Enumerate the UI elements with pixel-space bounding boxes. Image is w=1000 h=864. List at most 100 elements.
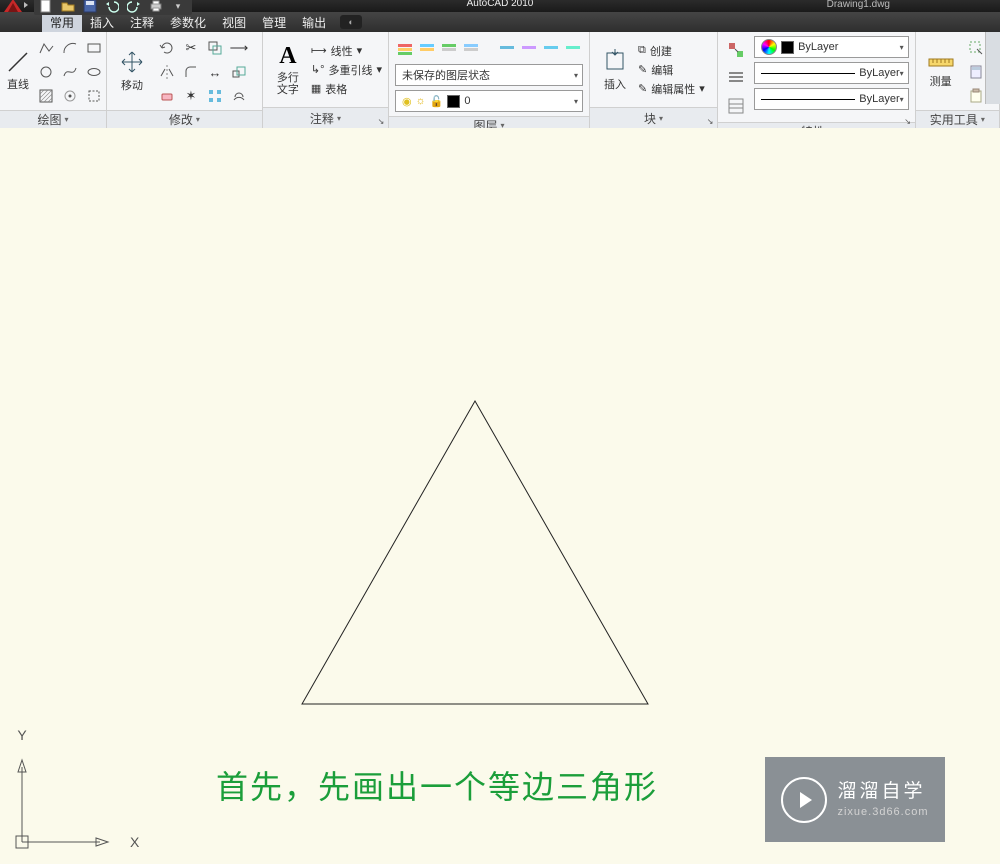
linear-dim-button[interactable]: ⟼线性 ▾ [311, 43, 382, 59]
polyline-icon[interactable] [34, 36, 58, 60]
color-wheel-icon [761, 39, 777, 55]
block-insert-label: 插入 [604, 76, 626, 92]
stretch-icon[interactable]: ↔ [203, 60, 227, 84]
spline-icon[interactable] [58, 60, 82, 84]
ucs-x-label: X [130, 834, 140, 850]
linetype-combo[interactable]: ByLayer▾ [754, 88, 909, 110]
tab-view[interactable]: 视图 [214, 12, 254, 33]
layer-sep [483, 36, 495, 60]
block-insert-button[interactable]: 插入 [596, 48, 634, 92]
layer-freeze-icon[interactable] [461, 36, 481, 60]
panel-title-draw[interactable]: 绘图▾ [0, 110, 106, 128]
block-create-button[interactable]: ⧉创建 [638, 43, 705, 59]
mirror-icon[interactable] [155, 60, 179, 84]
layer-lock-icon[interactable] [519, 36, 539, 60]
layer-lock-state-icon: 🔓 [430, 95, 444, 108]
layer-prev-icon[interactable] [563, 36, 583, 60]
tab-output[interactable]: 输出 [294, 12, 334, 33]
layer-state-combo[interactable]: 未保存的图层状态▾ [395, 64, 583, 86]
list-prop2-icon[interactable] [724, 94, 748, 118]
ribbon: 直线 绘图▾ 移动 ✂ [0, 32, 1000, 129]
tab-manage[interactable]: 管理 [254, 12, 294, 33]
ellipse-icon[interactable] [82, 60, 106, 84]
panel-title-modify[interactable]: 修改▾ [107, 110, 262, 128]
panel-title-utilities[interactable]: 实用工具▾ [916, 110, 999, 128]
copy-icon[interactable] [203, 36, 227, 60]
scale-icon[interactable] [227, 60, 251, 84]
ucs-icon: Y X [8, 722, 148, 862]
triangle-shape [0, 128, 1000, 864]
circle-icon[interactable] [34, 60, 58, 84]
instruction-text: 首先，先画出一个等边三角形 [216, 762, 658, 808]
layer-off-icon[interactable] [497, 36, 517, 60]
mtext-button[interactable]: A 多行文字 [269, 43, 307, 96]
rectangle-icon[interactable] [82, 36, 106, 60]
panel-title-block[interactable]: 块▾ [590, 107, 717, 128]
ribbon-tab-bar: 常用 插入 注释 参数化 视图 管理 输出 ◐ [0, 12, 1000, 32]
ribbon-panel-properties: ByLayer▾ ByLayer▾ ByLayer▾ 特性▾ ↘ [718, 32, 916, 128]
layer-color-swatch [447, 95, 460, 108]
layer-name-label: 0 [464, 95, 470, 107]
rotate-icon[interactable] [155, 36, 179, 60]
panel-title-annotate[interactable]: 注释▾ [263, 107, 388, 128]
color-swatch-black [781, 41, 794, 54]
offset-icon[interactable] [227, 84, 251, 108]
trim-icon[interactable]: ✂ [179, 36, 203, 60]
watermark-badge: 溜溜自学 zixue.3d66.com [765, 757, 945, 842]
ucs-y-label: Y [17, 727, 27, 743]
ribbon-scroll[interactable] [985, 32, 1000, 104]
ribbon-panel-modify: 移动 ✂ ⟶ ↔ ✶ 修改▾ [107, 32, 263, 128]
arc-icon[interactable] [58, 36, 82, 60]
document-title: Drawing1.dwg [827, 0, 890, 10]
properties-dialog-launcher[interactable]: ↘ [903, 116, 913, 126]
watermark-title: 溜溜自学 [837, 780, 928, 805]
move-tool-button[interactable]: 移动 [113, 49, 151, 93]
model-canvas[interactable]: 首先，先画出一个等边三角形 Y X 溜溜自学 zixue.3d66.com [0, 128, 1000, 864]
block-edit-icon: ✎ [638, 63, 647, 76]
play-icon [781, 777, 827, 823]
region-icon[interactable] [82, 84, 106, 108]
mtext-label: 多行文字 [277, 72, 299, 96]
layer-match-icon[interactable] [541, 36, 561, 60]
move-tool-label: 移动 [121, 77, 143, 93]
point-icon[interactable] [58, 84, 82, 108]
linear-dim-icon: ⟼ [311, 44, 327, 57]
ribbon-panel-draw: 直线 绘图▾ [0, 32, 107, 128]
title-bar: ▾ AutoCAD 2010 Drawing1.dwg [0, 0, 1000, 12]
ribbon-panel-layer: 未保存的图层状态▾ ◉ ☼ 🔓 0 ▾ 图层▾ [389, 32, 590, 128]
hatch-icon[interactable] [34, 84, 58, 108]
table-button[interactable]: ▦表格 [311, 81, 382, 97]
measure-button[interactable]: 测量 [922, 53, 960, 89]
block-create-icon: ⧉ [638, 44, 646, 57]
watermark-url: zixue.3d66.com [837, 805, 928, 819]
layer-combo[interactable]: ◉ ☼ 🔓 0 ▾ [395, 90, 583, 112]
layer-iso-icon[interactable] [439, 36, 459, 60]
layer-prop-icon[interactable] [395, 36, 415, 60]
block-attr-icon: ✎ [638, 82, 647, 95]
list-prop-icon[interactable] [724, 66, 748, 90]
measure-label: 测量 [930, 73, 952, 89]
ribbon-panel-block: 插入 ⧉创建 ✎编辑 ✎编辑属性 ▾ 块▾ ↘ [590, 32, 718, 128]
layer-sun-icon: ☼ [416, 95, 426, 107]
mleader-icon: ↳° [311, 63, 325, 76]
extend-icon[interactable]: ⟶ [227, 36, 251, 60]
explode-icon[interactable]: ✶ [179, 84, 203, 108]
layer-bulb-icon: ◉ [402, 95, 412, 108]
line-tool-button[interactable]: 直线 [6, 50, 30, 92]
match-prop-icon[interactable] [724, 38, 748, 62]
line-tool-label: 直线 [7, 76, 29, 92]
lineweight-combo[interactable]: ByLayer▾ [754, 62, 909, 84]
color-combo[interactable]: ByLayer▾ [754, 36, 909, 58]
ribbon-panel-annotate: A 多行文字 ⟼线性 ▾ ↳°多重引线 ▾ ▦表格 注释▾ ↘ [263, 32, 389, 128]
layer-states-icon[interactable] [417, 36, 437, 60]
block-edit-button[interactable]: ✎编辑 [638, 62, 705, 78]
erase-icon[interactable] [155, 84, 179, 108]
mleader-button[interactable]: ↳°多重引线 ▾ [311, 62, 382, 78]
tab-extras-icon[interactable]: ◐ [340, 15, 362, 29]
annotate-dialog-launcher[interactable]: ↘ [376, 116, 386, 126]
table-icon: ▦ [311, 82, 321, 95]
fillet-icon[interactable] [179, 60, 203, 84]
block-dialog-launcher[interactable]: ↘ [705, 116, 715, 126]
block-attr-button[interactable]: ✎编辑属性 ▾ [638, 81, 705, 97]
array-icon[interactable] [203, 84, 227, 108]
